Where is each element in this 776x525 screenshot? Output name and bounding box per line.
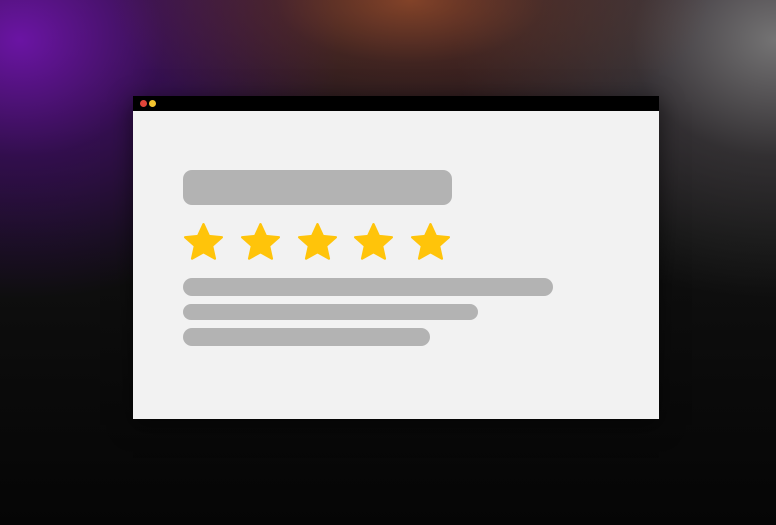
title-placeholder xyxy=(183,170,452,205)
browser-window xyxy=(133,96,659,419)
text-line-placeholder xyxy=(183,304,478,320)
close-dot-icon[interactable] xyxy=(140,100,147,107)
minimize-dot-icon[interactable] xyxy=(149,100,156,107)
text-line-placeholder xyxy=(183,278,553,296)
star-icon xyxy=(411,223,450,260)
text-line-placeholder xyxy=(183,328,430,346)
star-rating xyxy=(181,220,456,265)
star-icon xyxy=(298,223,337,260)
star-icon xyxy=(241,223,280,260)
window-titlebar xyxy=(133,96,659,111)
star-icon xyxy=(354,223,393,260)
star-icon xyxy=(184,223,223,260)
